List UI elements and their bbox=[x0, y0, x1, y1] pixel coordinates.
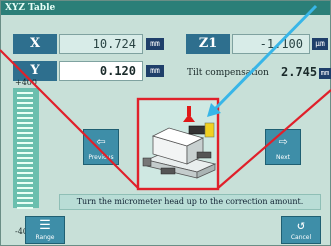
range-button[interactable]: ☰ Range bbox=[25, 216, 65, 244]
scale-tick bbox=[17, 202, 33, 204]
x-value: 10.724 bbox=[59, 34, 143, 54]
scale-tick bbox=[17, 137, 33, 139]
scale-tick bbox=[17, 147, 33, 149]
next-button[interactable]: ⇨ Next bbox=[265, 129, 301, 165]
scale-tick bbox=[17, 187, 33, 189]
micrometer-stage-illustration bbox=[139, 100, 219, 190]
z1-value: -1.100 bbox=[232, 34, 310, 54]
range-icon: ☰ bbox=[39, 218, 51, 233]
vertical-level-scale bbox=[13, 88, 39, 209]
next-label: Next bbox=[276, 154, 290, 161]
scale-tick bbox=[17, 162, 33, 164]
scale-tick bbox=[17, 152, 33, 154]
arrow-right-icon: ⇨ bbox=[278, 132, 288, 150]
scale-tick bbox=[17, 207, 33, 209]
scale-top-label: +400 bbox=[15, 78, 37, 87]
scale-tick bbox=[17, 127, 33, 129]
z1-unit: μm bbox=[312, 38, 328, 50]
tilt-compensation-value: 2.745 bbox=[281, 65, 318, 79]
arrow-left-icon: ⇦ bbox=[96, 132, 106, 150]
scale-tick bbox=[17, 192, 33, 194]
scale-tick bbox=[17, 182, 33, 184]
cancel-label: Cancel bbox=[290, 234, 312, 241]
xyz-table-window: XYZ Table X 10.724 mm Y 0.120 mm Z1 -1.1… bbox=[0, 0, 331, 246]
cancel-icon: ↺ bbox=[297, 218, 305, 233]
scale-tick bbox=[17, 117, 33, 119]
scale-tick bbox=[17, 142, 33, 144]
window-title: XYZ Table bbox=[1, 1, 330, 15]
scale-tick bbox=[17, 112, 33, 114]
scale-tick bbox=[17, 122, 33, 124]
scale-tick bbox=[17, 167, 33, 169]
scale-tick bbox=[17, 107, 33, 109]
z1-label: Z1 bbox=[186, 34, 230, 54]
previous-button[interactable]: ⇦ Previous bbox=[83, 129, 119, 165]
cancel-button[interactable]: ↺ Cancel bbox=[281, 216, 321, 244]
tilt-compensation-label: Tilt compensation bbox=[187, 68, 269, 78]
x-unit: mm bbox=[146, 38, 164, 50]
scale-tick bbox=[17, 172, 33, 174]
scale-tick bbox=[17, 157, 33, 159]
scale-tick bbox=[17, 132, 33, 134]
scale-tick bbox=[17, 97, 33, 99]
x-label: X bbox=[13, 34, 57, 54]
y-unit: mm bbox=[146, 65, 164, 77]
scale-tick bbox=[17, 92, 33, 94]
previous-label: Previous bbox=[88, 154, 114, 161]
scale-tick bbox=[17, 102, 33, 104]
y-value: 0.120 bbox=[59, 61, 143, 81]
range-label: Range bbox=[35, 234, 55, 241]
scale-tick bbox=[17, 197, 33, 199]
scale-tick bbox=[17, 177, 33, 179]
instruction-message: Turn the micrometer head up to the corre… bbox=[59, 194, 321, 210]
tilt-compensation-unit: mm bbox=[319, 68, 331, 79]
